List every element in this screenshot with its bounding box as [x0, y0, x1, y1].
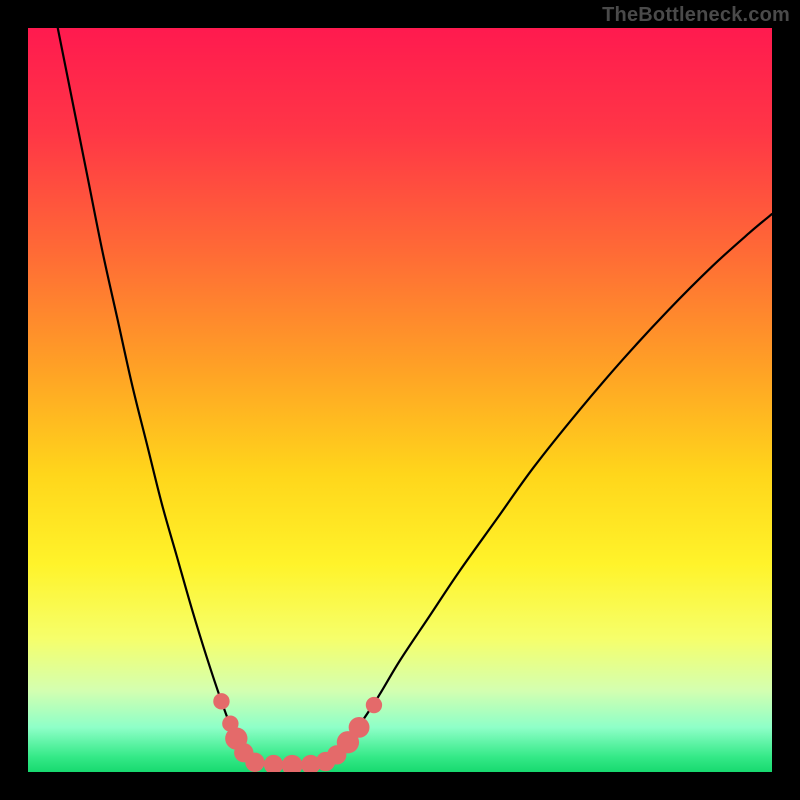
- chart-svg: [28, 28, 772, 772]
- plot-area: [28, 28, 772, 772]
- watermark-label: TheBottleneck.com: [602, 4, 790, 27]
- left-marker-upper: [213, 693, 229, 709]
- right-marker-upper: [366, 697, 382, 713]
- right-marker-mid2: [349, 717, 370, 738]
- chart-frame: TheBottleneck.com: [0, 0, 800, 800]
- floor-marker-1: [245, 753, 264, 772]
